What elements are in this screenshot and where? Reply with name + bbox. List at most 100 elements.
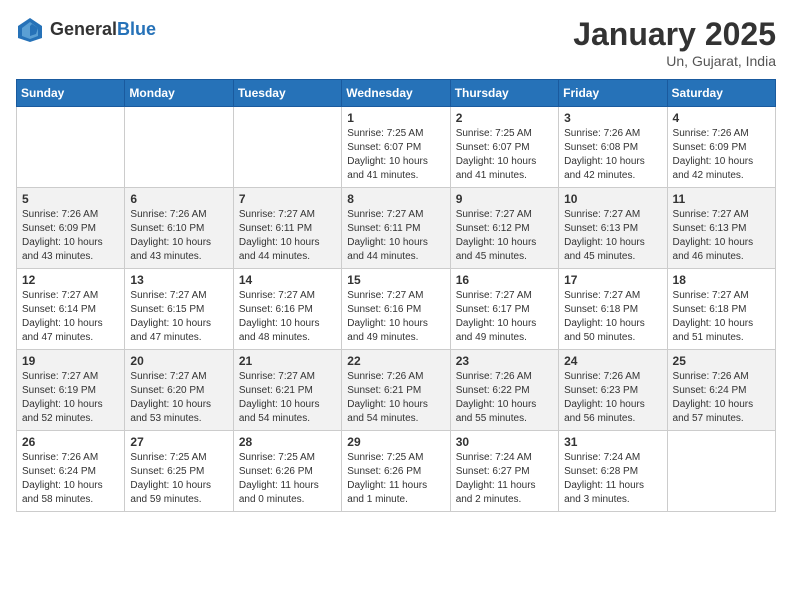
calendar-cell: 1 Sunrise: 7:25 AM Sunset: 6:07 PM Daylig…: [342, 107, 450, 188]
day-info: Sunrise: 7:27 AM Sunset: 6:18 PM Dayligh…: [673, 289, 770, 345]
calendar-cell: 30Sunrise: 7:24 AM Sunset: 6:27 PM Dayli…: [450, 431, 558, 512]
calendar-cell: 18 Sunrise: 7:27 AM Sunset: 6:18 PM Dayli…: [667, 269, 775, 350]
day-info: Sunrise: 7:27 AM Sunset: 6:11 PM Dayligh…: [347, 208, 444, 264]
calendar-cell: 19Sunrise: 7:27 AM Sunset: 6:19 PM Dayli…: [17, 350, 125, 431]
day-info: Sunrise: 7:25 AM Sunset: 6:25 PM Dayligh…: [130, 451, 227, 507]
calendar-cell: 3Sunrise: 7:26 AM Sunset: 6:08 PM Daylig…: [559, 107, 667, 188]
day-number: 30: [456, 435, 553, 449]
calendar-cell: 17 Sunrise: 7:27 AM Sunset: 6:18 PM Dayli…: [559, 269, 667, 350]
calendar-week-row: 26Sunrise: 7:26 AM Sunset: 6:24 PM Dayli…: [17, 431, 776, 512]
day-number: 28: [239, 435, 336, 449]
day-info: Sunrise: 7:27 AM Sunset: 6:13 PM Dayligh…: [673, 208, 770, 264]
day-info: Sunrise: 7:27 AM Sunset: 6:12 PM Dayligh…: [456, 208, 553, 264]
day-info: Sunrise: 7:25 AM Sunset: 6:07 PM Dayligh…: [456, 127, 553, 183]
day-number: 3: [564, 111, 661, 125]
calendar-week-row: 5 Sunrise: 7:26 AM Sunset: 6:09 PM Daylig…: [17, 188, 776, 269]
day-number: 10: [564, 192, 661, 206]
calendar-cell: 29Sunrise: 7:25 AM Sunset: 6:26 PM Dayli…: [342, 431, 450, 512]
calendar-cell: 20 Sunrise: 7:27 AM Sunset: 6:20 PM Dayli…: [125, 350, 233, 431]
calendar-cell: [233, 107, 341, 188]
day-info: Sunrise: 7:27 AM Sunset: 6:18 PM Dayligh…: [564, 289, 661, 345]
day-number: 13: [130, 273, 227, 287]
day-info: Sunrise: 7:26 AM Sunset: 6:23 PM Dayligh…: [564, 370, 661, 426]
day-info: Sunrise: 7:27 AM Sunset: 6:16 PM Dayligh…: [239, 289, 336, 345]
day-number: 31: [564, 435, 661, 449]
calendar-cell: 14Sunrise: 7:27 AM Sunset: 6:16 PM Dayli…: [233, 269, 341, 350]
calendar-cell: 9 Sunrise: 7:27 AM Sunset: 6:12 PM Daylig…: [450, 188, 558, 269]
calendar-cell: 5 Sunrise: 7:26 AM Sunset: 6:09 PM Daylig…: [17, 188, 125, 269]
calendar-cell: [125, 107, 233, 188]
calendar-cell: 11 Sunrise: 7:27 AM Sunset: 6:13 PM Dayli…: [667, 188, 775, 269]
calendar-cell: 22 Sunrise: 7:26 AM Sunset: 6:21 PM Dayli…: [342, 350, 450, 431]
day-number: 16: [456, 273, 553, 287]
calendar-week-row: 1 Sunrise: 7:25 AM Sunset: 6:07 PM Daylig…: [17, 107, 776, 188]
day-info: Sunrise: 7:27 AM Sunset: 6:16 PM Dayligh…: [347, 289, 444, 345]
col-header-friday: Friday: [559, 80, 667, 107]
calendar-cell: 2Sunrise: 7:25 AM Sunset: 6:07 PM Daylig…: [450, 107, 558, 188]
day-info: Sunrise: 7:26 AM Sunset: 6:22 PM Dayligh…: [456, 370, 553, 426]
calendar-cell: 10 Sunrise: 7:27 AM Sunset: 6:13 PM Dayli…: [559, 188, 667, 269]
day-info: Sunrise: 7:26 AM Sunset: 6:21 PM Dayligh…: [347, 370, 444, 426]
logo-icon: [16, 16, 44, 44]
calendar-cell: 15 Sunrise: 7:27 AM Sunset: 6:16 PM Dayli…: [342, 269, 450, 350]
day-number: 20: [130, 354, 227, 368]
day-number: 18: [673, 273, 770, 287]
calendar-cell: [17, 107, 125, 188]
logo: GeneralBlue: [16, 16, 156, 44]
calendar-cell: 28 Sunrise: 7:25 AM Sunset: 6:26 PM Dayli…: [233, 431, 341, 512]
calendar-cell: 12 Sunrise: 7:27 AM Sunset: 6:14 PM Dayli…: [17, 269, 125, 350]
calendar-cell: 8 Sunrise: 7:27 AM Sunset: 6:11 PM Daylig…: [342, 188, 450, 269]
day-number: 9: [456, 192, 553, 206]
calendar-cell: 27 Sunrise: 7:25 AM Sunset: 6:25 PM Dayli…: [125, 431, 233, 512]
day-number: 23: [456, 354, 553, 368]
col-header-thursday: Thursday: [450, 80, 558, 107]
day-number: 24: [564, 354, 661, 368]
col-header-saturday: Saturday: [667, 80, 775, 107]
day-number: 29: [347, 435, 444, 449]
day-info: Sunrise: 7:26 AM Sunset: 6:24 PM Dayligh…: [673, 370, 770, 426]
day-info: Sunrise: 7:27 AM Sunset: 6:13 PM Dayligh…: [564, 208, 661, 264]
day-number: 27: [130, 435, 227, 449]
day-info: Sunrise: 7:27 AM Sunset: 6:15 PM Dayligh…: [130, 289, 227, 345]
day-number: 21: [239, 354, 336, 368]
day-info: Sunrise: 7:25 AM Sunset: 6:26 PM Dayligh…: [239, 451, 336, 507]
day-number: 1: [347, 111, 444, 125]
location: Un, Gujarat, India: [573, 53, 776, 69]
calendar-cell: 4Sunrise: 7:26 AM Sunset: 6:09 PM Daylig…: [667, 107, 775, 188]
day-number: 26: [22, 435, 119, 449]
title-block: January 2025 Un, Gujarat, India: [573, 16, 776, 69]
calendar-cell: 23 Sunrise: 7:26 AM Sunset: 6:22 PM Dayli…: [450, 350, 558, 431]
day-number: 25: [673, 354, 770, 368]
day-number: 5: [22, 192, 119, 206]
day-info: Sunrise: 7:25 AM Sunset: 6:07 PM Dayligh…: [347, 127, 444, 183]
day-info: Sunrise: 7:26 AM Sunset: 6:09 PM Dayligh…: [673, 127, 770, 183]
day-info: Sunrise: 7:27 AM Sunset: 6:14 PM Dayligh…: [22, 289, 119, 345]
calendar-week-row: 12 Sunrise: 7:27 AM Sunset: 6:14 PM Dayli…: [17, 269, 776, 350]
calendar-cell: 7Sunrise: 7:27 AM Sunset: 6:11 PM Daylig…: [233, 188, 341, 269]
calendar-cell: 13 Sunrise: 7:27 AM Sunset: 6:15 PM Dayli…: [125, 269, 233, 350]
calendar: SundayMondayTuesdayWednesdayThursdayFrid…: [16, 79, 776, 512]
day-number: 12: [22, 273, 119, 287]
col-header-tuesday: Tuesday: [233, 80, 341, 107]
calendar-cell: 25 Sunrise: 7:26 AM Sunset: 6:24 PM Dayli…: [667, 350, 775, 431]
calendar-header-row: SundayMondayTuesdayWednesdayThursdayFrid…: [17, 80, 776, 107]
day-info: Sunrise: 7:27 AM Sunset: 6:20 PM Dayligh…: [130, 370, 227, 426]
day-number: 19: [22, 354, 119, 368]
day-number: 17: [564, 273, 661, 287]
day-info: Sunrise: 7:27 AM Sunset: 6:17 PM Dayligh…: [456, 289, 553, 345]
month-title: January 2025: [573, 16, 776, 53]
day-info: Sunrise: 7:26 AM Sunset: 6:09 PM Dayligh…: [22, 208, 119, 264]
day-info: Sunrise: 7:27 AM Sunset: 6:21 PM Dayligh…: [239, 370, 336, 426]
day-number: 11: [673, 192, 770, 206]
calendar-cell: [667, 431, 775, 512]
col-header-sunday: Sunday: [17, 80, 125, 107]
day-info: Sunrise: 7:24 AM Sunset: 6:28 PM Dayligh…: [564, 451, 661, 507]
logo-text: GeneralBlue: [50, 20, 156, 40]
day-number: 8: [347, 192, 444, 206]
day-info: Sunrise: 7:26 AM Sunset: 6:10 PM Dayligh…: [130, 208, 227, 264]
day-number: 15: [347, 273, 444, 287]
col-header-wednesday: Wednesday: [342, 80, 450, 107]
calendar-cell: 16 Sunrise: 7:27 AM Sunset: 6:17 PM Dayli…: [450, 269, 558, 350]
calendar-cell: 26Sunrise: 7:26 AM Sunset: 6:24 PM Dayli…: [17, 431, 125, 512]
day-number: 22: [347, 354, 444, 368]
